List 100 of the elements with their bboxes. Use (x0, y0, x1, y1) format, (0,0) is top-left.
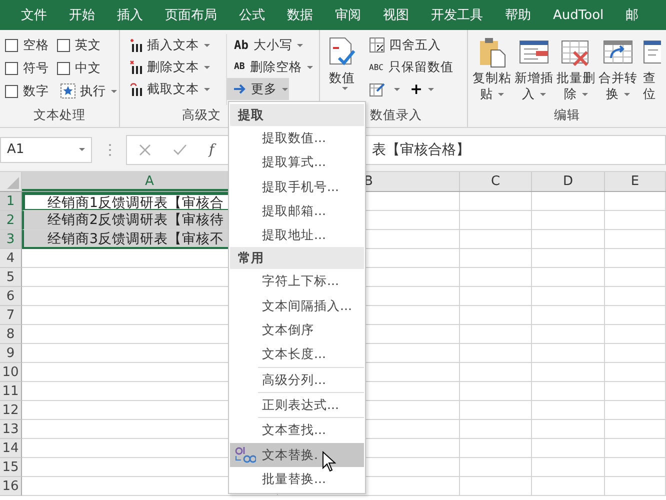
function-label[interactable]: f (209, 142, 214, 158)
menu-item[interactable]: 高级分列... (258, 366, 364, 392)
row-header[interactable]: 8 (0, 325, 22, 344)
row-header[interactable]: 6 (0, 287, 22, 306)
table-cell (460, 249, 532, 268)
menu-item[interactable]: 字符上下标... (230, 269, 364, 294)
menu-tab[interactable]: 开发工具 (420, 6, 494, 24)
row-header[interactable]: 2 (0, 211, 22, 230)
text-cursor-icon (129, 59, 143, 75)
run-button[interactable]: 执行 (57, 80, 119, 102)
select-all-icon[interactable] (7, 177, 19, 189)
table-cell (460, 401, 532, 420)
table-cell (460, 325, 532, 344)
text-cursor-icon (129, 37, 143, 53)
menu-item[interactable]: 批量替换... (230, 466, 364, 492)
document-check-icon (327, 36, 357, 68)
table-cell (605, 420, 666, 439)
row-header[interactable]: 5 (0, 268, 22, 287)
row-header[interactable]: 9 (0, 344, 22, 363)
checkbox[interactable]: 数字 (5, 80, 57, 103)
text-tool-button[interactable]: 删除文本 (126, 56, 226, 78)
table-cell (605, 306, 666, 325)
text-tool-button[interactable]: 插入文本 (126, 34, 226, 56)
cancel-icon[interactable] (139, 144, 151, 156)
table-cell (605, 477, 666, 496)
table-cell (460, 382, 532, 401)
check-icon[interactable] (173, 144, 187, 156)
menu-item[interactable]: 文本倒序 (230, 318, 364, 342)
table-cell (460, 439, 532, 458)
checkbox[interactable]: 英文 (57, 34, 119, 57)
trim-spaces-button[interactable]: AB 删除空格 (231, 56, 316, 78)
table-cell (460, 420, 532, 439)
checkbox[interactable]: 中文 (57, 57, 119, 80)
edit-tool-button[interactable]: 复制粘 贴 (472, 34, 512, 105)
text-cursor-icon (129, 81, 143, 97)
table-cell (460, 306, 532, 325)
group-label: 数值录入 (370, 107, 422, 122)
text-tool-button[interactable]: 截取文本 (126, 78, 226, 100)
table-cell (460, 192, 532, 211)
column-header[interactable]: E (605, 172, 666, 191)
mouse-pointer-icon (322, 451, 336, 472)
menu-tab[interactable]: 公式 (228, 6, 276, 24)
row-header[interactable]: 16 (0, 477, 22, 496)
table-cell (605, 325, 666, 344)
group-label: 文本处理 (32, 106, 86, 124)
menu-tab[interactable]: 数据 (276, 6, 324, 24)
menu-tab[interactable]: 视图 (372, 6, 420, 24)
menu-item[interactable]: 文本替换. (230, 442, 364, 467)
drag-handle-icon[interactable] (108, 142, 112, 156)
table-cell (605, 344, 666, 363)
table-cell (460, 268, 532, 287)
table-cell (460, 230, 532, 249)
table-cell (605, 230, 666, 249)
more-button[interactable]: 更多 (227, 78, 289, 100)
row-header[interactable]: 3 (0, 230, 22, 249)
round-button[interactable]: 四舍五入 (366, 34, 456, 56)
row-header[interactable]: 13 (0, 420, 22, 439)
table-cell (605, 287, 666, 306)
menu-item[interactable]: 文本长度... (230, 342, 364, 367)
menu-tab[interactable]: 开始 (58, 6, 106, 24)
formula-text: 表【审核合格】 (372, 140, 470, 158)
row-header[interactable]: 11 (0, 382, 22, 401)
menu-tab[interactable]: 插入 (106, 6, 154, 24)
keep-numbers-button[interactable]: ABC 只保留数值 (366, 56, 456, 78)
menu-tab[interactable]: 审阅 (324, 6, 372, 24)
menu-tab[interactable]: 帮助 (494, 6, 542, 24)
menu-item[interactable]: 文本间隔插入... (230, 294, 364, 318)
menu-tab[interactable]: 邮 (614, 6, 650, 24)
edit-tool-button[interactable]: 查 位 (640, 34, 664, 105)
menu-item[interactable]: 正则表达式... (258, 392, 364, 418)
table-cell (460, 363, 532, 382)
row-header[interactable]: 1 (0, 192, 22, 211)
column-header[interactable]: C (460, 172, 532, 191)
percent-grid-icon (369, 37, 385, 53)
table-cell (605, 268, 666, 287)
menu-section-header: 常用 (230, 247, 364, 270)
edit-tool-button[interactable]: 新增插 入 (514, 34, 554, 105)
plus-button[interactable]: + (407, 78, 437, 100)
checkbox[interactable]: 空格 (5, 34, 57, 57)
edit-tool-button[interactable]: 合并转 换 (598, 34, 638, 105)
table-cell (605, 192, 666, 211)
row-header[interactable]: 15 (0, 458, 22, 477)
edit-tool-button[interactable]: 批量删 除 (556, 34, 596, 105)
row-header[interactable]: 7 (0, 306, 22, 325)
case-button[interactable]: Ab 大小写 (231, 34, 316, 56)
menu-tab[interactable]: AudTool (542, 8, 615, 22)
column-header[interactable]: D (532, 172, 605, 191)
group-label: 编辑 (553, 106, 581, 124)
row-header[interactable]: 10 (0, 363, 22, 382)
menu-tab[interactable]: 文件 (10, 6, 58, 24)
menu-tab[interactable]: 页面布局 (154, 6, 228, 24)
checkbox[interactable]: 符号 (5, 57, 57, 80)
row-header[interactable]: 14 (0, 439, 22, 458)
name-box[interactable]: A1 (0, 136, 92, 162)
row-header[interactable]: 12 (0, 401, 22, 420)
table-cell (460, 458, 532, 477)
replace-icon (234, 446, 256, 464)
row-header[interactable]: 4 (0, 249, 22, 268)
table-cell (460, 477, 532, 496)
table-cell (605, 401, 666, 420)
